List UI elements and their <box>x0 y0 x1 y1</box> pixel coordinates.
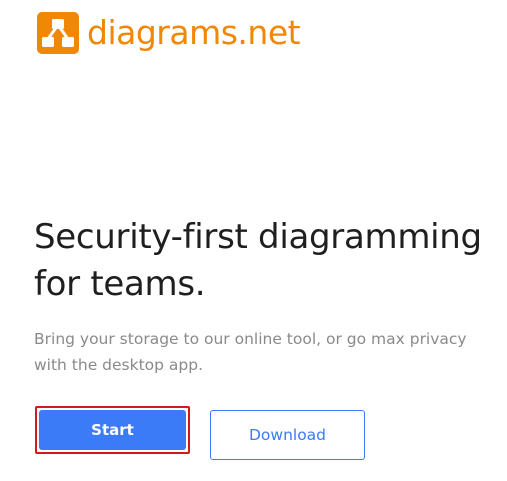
start-button[interactable]: Start <box>39 410 186 450</box>
hero-headline: Security-first diagramming for teams. <box>34 217 482 304</box>
download-button[interactable]: Download <box>210 410 365 460</box>
brand-logo[interactable]: diagrams.net <box>37 12 301 54</box>
brand-name: diagrams.net <box>87 13 301 52</box>
hero-subtext: Bring your storage to our online tool, o… <box>34 330 467 374</box>
start-button-focus-ring: Start <box>35 406 190 454</box>
diagram-logo-icon <box>37 12 79 54</box>
